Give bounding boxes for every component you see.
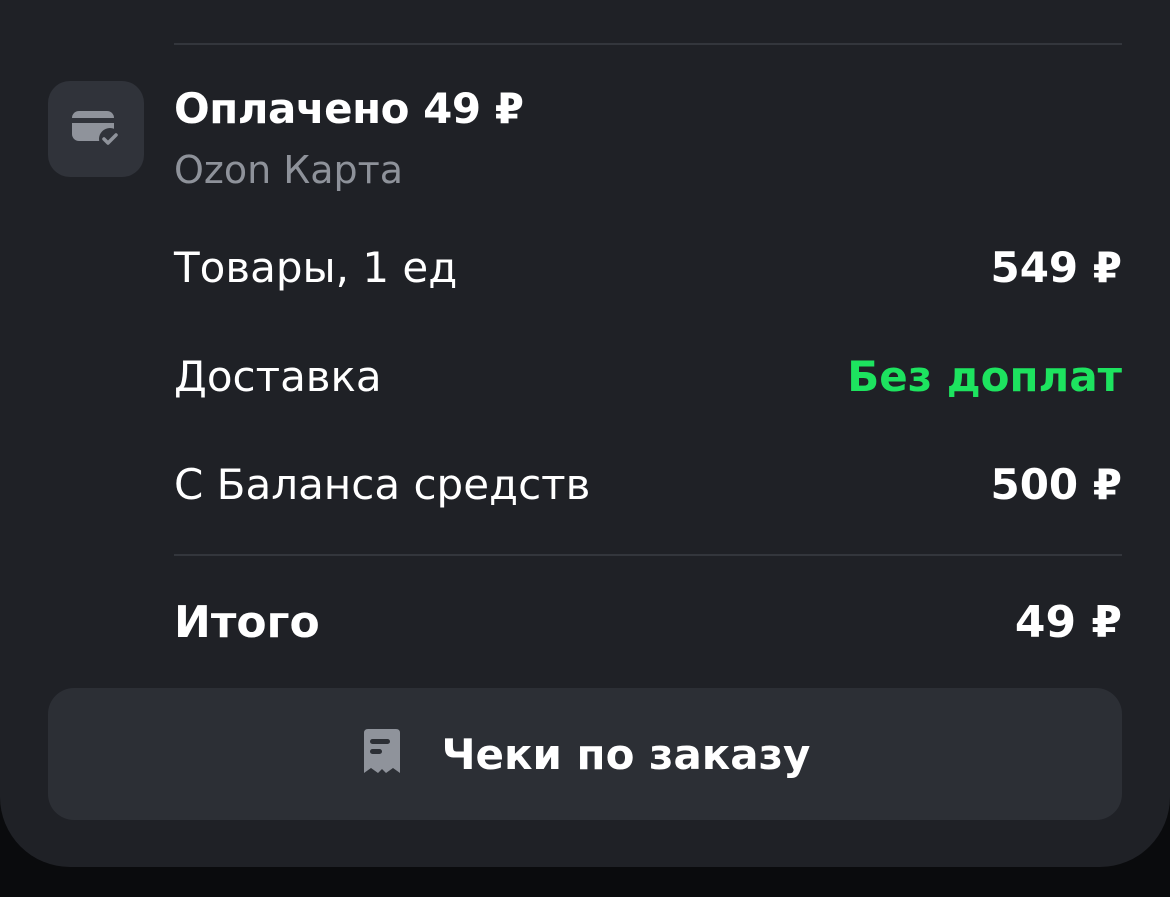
paid-amount-title: Оплачено 49 ₽ [174, 84, 524, 133]
receipt-icon [360, 727, 404, 781]
total-label: Итого [174, 596, 320, 648]
row-value: Без доплат [847, 351, 1122, 401]
row-label: Доставка [174, 351, 382, 401]
row-label: Товары, 1 ед [174, 242, 458, 292]
row-label: С Баланса средств [174, 459, 591, 509]
summary-total: Итого 49 ₽ [174, 592, 1122, 652]
divider [174, 43, 1122, 45]
payment-method: Ozon Карта [174, 148, 404, 192]
summary-row-delivery: Доставка Без доплат [174, 346, 1122, 406]
divider [174, 554, 1122, 556]
row-value: 549 ₽ [990, 242, 1122, 292]
receipts-button-label: Чеки по заказу [441, 729, 811, 779]
order-receipts-button[interactable]: Чеки по заказу [48, 688, 1122, 820]
summary-row-balance: С Баланса средств 500 ₽ [174, 454, 1122, 514]
summary-row-goods: Товары, 1 ед 549 ₽ [174, 237, 1122, 297]
total-value: 49 ₽ [1014, 596, 1122, 648]
row-value: 500 ₽ [990, 459, 1122, 509]
credit-card-check-icon [48, 81, 144, 177]
